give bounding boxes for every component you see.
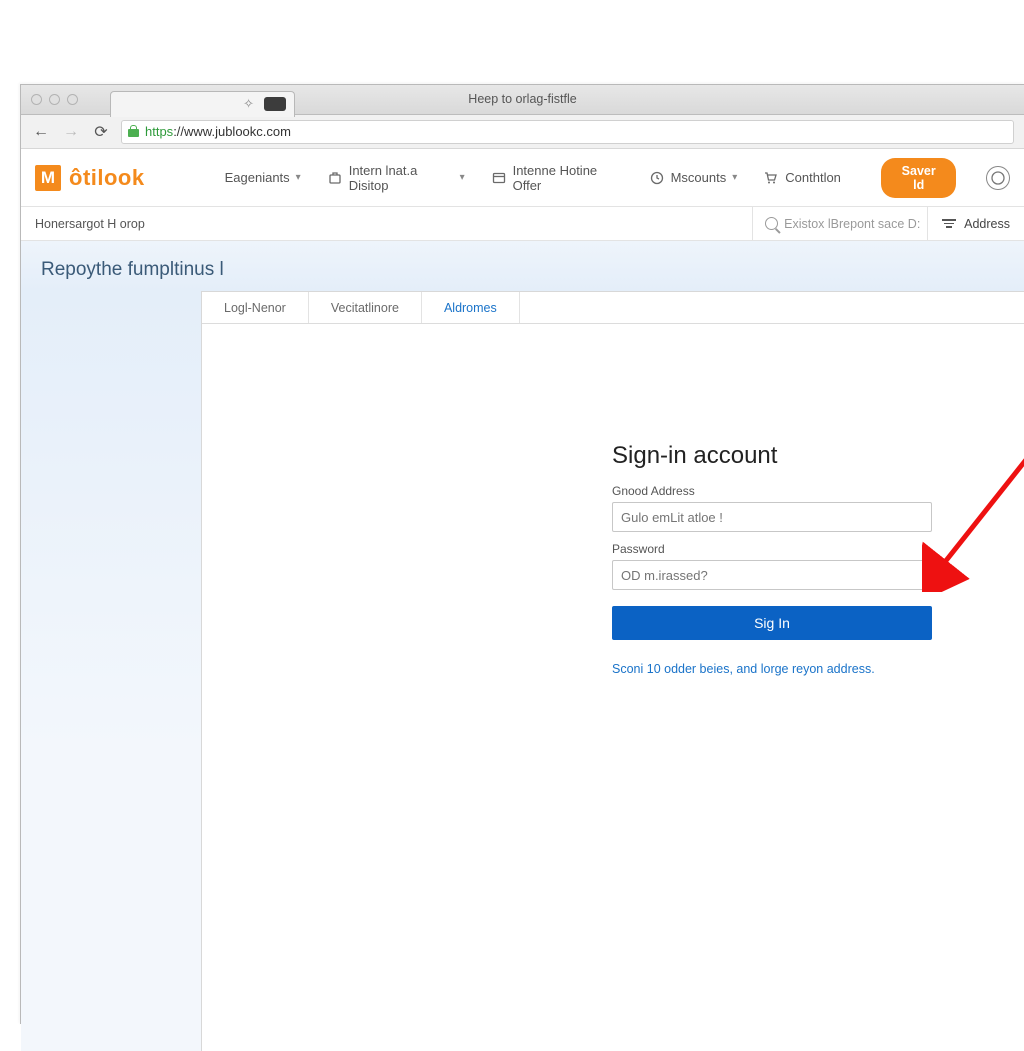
cta-button[interactable]: Saver ld [881,158,957,198]
url-bar: ← → ⟳ https://www.jublookc.com [21,115,1024,149]
traffic-light-minimize[interactable] [49,94,60,105]
password-label: Password [612,542,932,556]
tab-label: Aldromes [444,301,497,315]
tab-2[interactable]: Aldromes [422,292,520,323]
nav-item-4[interactable]: Conthtlon [763,170,841,186]
site-header: M ôtilook Eageniants ▾ Intern lnat.a Dis… [21,149,1024,207]
email-field[interactable] [612,502,932,532]
help-link[interactable]: Sconi 10 odder beies, and lorge reyon ad… [612,662,932,676]
browser-tab[interactable]: ✧ [110,91,295,117]
site-logo[interactable]: M ôtilook [35,165,145,191]
filter-address[interactable]: Address [927,207,1010,240]
nav-label: Conthtlon [785,170,841,185]
nav-item-2[interactable]: Intenne Hotine Offer [491,163,623,193]
panel-tabs: Logl-Nenor Vecitatlinore Aldromes [202,292,1024,324]
window-controls[interactable] [21,94,88,105]
chevron-down-icon: ▾ [296,172,301,183]
signin-button[interactable]: Sig In [612,606,932,640]
main-panel: Logl-Nenor Vecitatlinore Aldromes Sign-i… [201,291,1024,1051]
cart-icon [763,170,779,186]
search-box[interactable]: Existox lBrepont sace D: [752,207,927,240]
filter-icon [942,217,956,230]
nav-item-0[interactable]: Eageniants ▾ [225,170,301,185]
page-title: Repoythe fumpltinus l [41,259,1004,281]
nav-label: Intenne Hotine Offer [513,163,623,193]
box-icon [491,170,507,186]
traffic-light-zoom[interactable] [67,94,78,105]
tab-strip: ✧ Heep to orlag-fistfle [21,85,1024,115]
tab-1[interactable]: Vecitatlinore [309,292,422,323]
lock-icon [128,125,139,138]
clock-icon [649,170,665,186]
chevron-down-icon: ▾ [732,172,737,183]
forward-button[interactable]: → [61,122,81,142]
nav-item-3[interactable]: Mscounts ▾ [649,170,738,186]
tab-0[interactable]: Logl-Nenor [202,292,309,323]
tab-audio-icon[interactable] [264,97,286,111]
breadcrumb: Honersargot H orop [35,217,145,231]
tab-label: Vecitatlinore [331,301,399,315]
traffic-light-close[interactable] [31,94,42,105]
sub-bar: Honersargot H orop Existox lBrepont sace… [21,207,1024,241]
signin-card: Sign-in account Gnood Address Password S… [612,442,932,676]
search-placeholder: Existox lBrepont sace D: [784,217,920,231]
nav-item-1[interactable]: Intern lnat.a Disitop ▾ [327,163,465,193]
password-field[interactable] [612,560,932,590]
browser-window: ✧ Heep to orlag-fistfle ← → ⟳ https://ww… [20,84,1024,1024]
logo-text: ôtilook [69,165,145,191]
url-rest: ://www.jublookc.com [173,124,291,139]
left-rail [21,291,201,1051]
chevron-down-icon: ▾ [460,172,465,183]
email-label: Gnood Address [612,484,932,498]
search-icon [765,217,778,230]
bookmark-star-icon[interactable]: ✧ [243,96,254,112]
page-heading-band: Repoythe fumpltinus l [21,241,1024,291]
bag-icon [327,170,343,186]
nav-label: Intern lnat.a Disitop [349,163,454,193]
annotation-arrow [922,422,1024,592]
url-scheme: https [145,124,173,139]
filter-label: Address [964,217,1010,231]
reload-button[interactable]: ⟳ [91,122,111,142]
logo-mark: M [35,165,61,191]
nav-label: Eageniants [225,170,290,185]
content-row: Logl-Nenor Vecitatlinore Aldromes Sign-i… [21,291,1024,1051]
tab-label: Logl-Nenor [224,301,286,315]
address-bar[interactable]: https://www.jublookc.com [121,120,1014,144]
signin-title: Sign-in account [612,442,932,470]
tab-page-title: Heep to orlag-fistfle [323,92,723,106]
nav-label: Mscounts [671,170,727,185]
back-button[interactable]: ← [31,122,51,142]
primary-nav: Eageniants ▾ Intern lnat.a Disitop ▾ Int… [225,163,841,193]
account-icon[interactable] [986,166,1010,190]
